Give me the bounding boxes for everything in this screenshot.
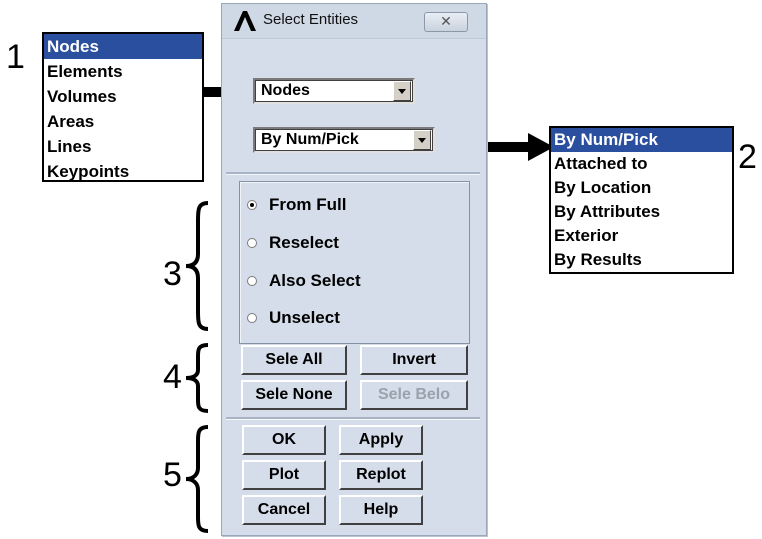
callout-2: 2 <box>738 138 757 176</box>
ok-button[interactable]: OK <box>242 425 326 455</box>
help-button[interactable]: Help <box>339 495 423 525</box>
plot-button[interactable]: Plot <box>242 460 326 490</box>
radio-label: Unselect <box>269 308 340 327</box>
replot-button[interactable]: Replot <box>339 460 423 490</box>
divider <box>226 172 480 175</box>
apply-button[interactable]: Apply <box>339 425 423 455</box>
callout-3: 3 <box>163 255 182 293</box>
callout-4: 4 <box>163 358 182 396</box>
list-item[interactable]: Exterior <box>551 224 732 248</box>
callout-1: 1 <box>6 38 25 76</box>
list-item[interactable]: Keypoints <box>44 159 202 184</box>
arrow-icon <box>486 133 554 161</box>
brace-icon <box>185 201 209 331</box>
entity-type-dropdown[interactable]: Nodes <box>253 78 415 104</box>
brace-icon <box>185 343 209 413</box>
selection-mode-group: From Full Reselect Also Select Unselect <box>239 181 470 344</box>
list-item[interactable]: Areas <box>44 109 202 134</box>
radio-button[interactable] <box>247 313 257 323</box>
radio-label: Reselect <box>269 233 339 252</box>
cancel-button[interactable]: Cancel <box>242 495 326 525</box>
dropdown-arrow-icon[interactable] <box>413 130 431 150</box>
list-item[interactable]: By Location <box>551 176 732 200</box>
list-item[interactable]: Attached to <box>551 152 732 176</box>
sele-belo-button: Sele Belo <box>360 380 468 410</box>
select-entities-dialog: Select Entities ✕ Nodes By Num/Pick From… <box>221 3 487 536</box>
close-icon[interactable]: ✕ <box>424 12 468 32</box>
list-item[interactable]: Nodes <box>44 34 202 59</box>
selection-method-list: By Num/Pick Attached to By Location By A… <box>549 126 734 274</box>
sele-none-button[interactable]: Sele None <box>241 380 347 410</box>
list-item[interactable]: Volumes <box>44 84 202 109</box>
radio-label: Also Select <box>269 271 361 290</box>
list-item[interactable]: By Results <box>551 248 732 272</box>
radio-button[interactable] <box>247 276 257 286</box>
window-title: Select Entities <box>263 11 359 28</box>
list-item[interactable]: By Num/Pick <box>551 128 732 152</box>
selection-method-dropdown[interactable]: By Num/Pick <box>253 127 435 153</box>
sele-all-button[interactable]: Sele All <box>241 345 347 375</box>
entity-type-list: Nodes Elements Volumes Areas Lines Keypo… <box>42 32 204 182</box>
divider <box>226 417 480 420</box>
entity-type-value: Nodes <box>261 82 310 99</box>
ansys-logo-icon <box>234 11 256 31</box>
callout-5: 5 <box>163 456 182 494</box>
title-bar[interactable]: Select Entities ✕ <box>222 4 486 39</box>
selection-method-value: By Num/Pick <box>261 131 359 148</box>
list-item[interactable]: By Attributes <box>551 200 732 224</box>
radio-label: From Full <box>269 195 347 214</box>
brace-icon <box>185 425 209 533</box>
list-item[interactable]: Elements <box>44 59 202 84</box>
radio-button[interactable] <box>247 238 257 248</box>
radio-button[interactable] <box>247 200 257 210</box>
dropdown-arrow-icon[interactable] <box>393 81 411 101</box>
list-item[interactable]: Lines <box>44 134 202 159</box>
invert-button[interactable]: Invert <box>360 345 468 375</box>
